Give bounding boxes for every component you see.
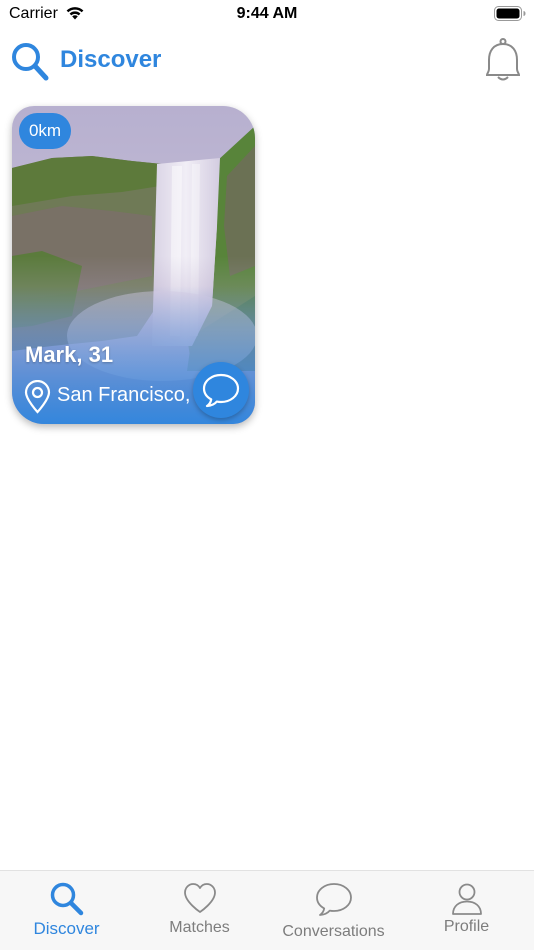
distance-badge: 0km [19, 113, 71, 149]
tab-label: Matches [169, 919, 230, 936]
location-pin-icon [24, 379, 51, 419]
profile-card[interactable]: 0km Mark, 31 San Francisco, [12, 106, 255, 424]
heart-icon [133, 881, 266, 920]
search-icon [0, 881, 133, 922]
tab-label: Profile [443, 918, 490, 935]
message-button[interactable] [193, 362, 249, 418]
status-time: 9:44 AM [236, 5, 298, 22]
tab-label: Conversations [282, 923, 385, 940]
person-icon [400, 881, 533, 922]
bottom-tab-bar: Discover Matches Conversations Profile [0, 870, 534, 950]
chat-bubble-icon [202, 373, 240, 408]
status-bar: Carrier 9:44 AM [0, 0, 534, 28]
tab-label: Discover [33, 919, 100, 938]
tab-profile[interactable]: Profile [400, 871, 533, 950]
page-title: Discover [60, 46, 162, 73]
profile-location: San Francisco, [57, 384, 191, 406]
tab-conversations[interactable]: Conversations [267, 871, 400, 950]
search-icon[interactable] [10, 40, 50, 89]
battery-icon [494, 6, 526, 26]
chat-bubble-icon [267, 881, 400, 922]
app-screen: Carrier 9:44 AM Discover 0km Mark, 31 Sa… [0, 0, 534, 950]
tab-matches[interactable]: Matches [133, 871, 266, 950]
tab-discover[interactable]: Discover [0, 871, 133, 950]
notifications-bell-icon[interactable] [480, 36, 526, 84]
top-header: Discover [0, 36, 534, 86]
profile-name-age: Mark, 31 [25, 342, 114, 367]
